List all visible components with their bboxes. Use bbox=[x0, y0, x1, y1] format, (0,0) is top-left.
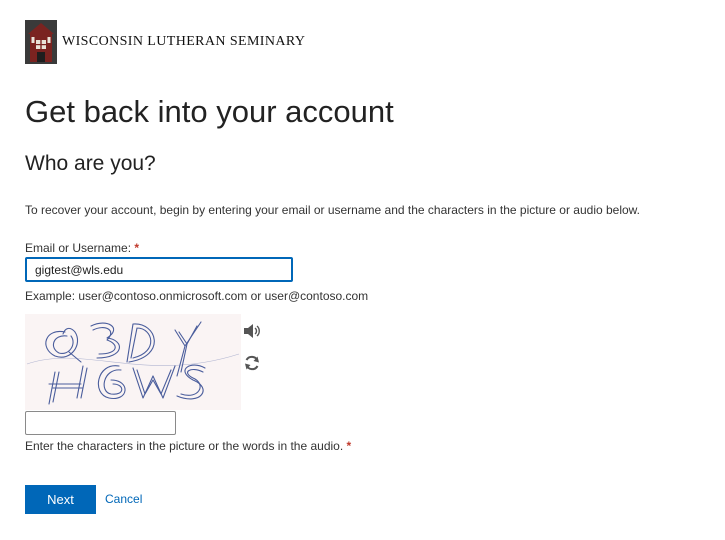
refresh-icon[interactable] bbox=[243, 354, 261, 372]
intro-text: To recover your account, begin by enteri… bbox=[25, 203, 641, 217]
page-subtitle: Who are you? bbox=[25, 152, 156, 175]
email-label: Email or Username: * bbox=[25, 241, 139, 255]
required-asterisk: * bbox=[346, 439, 352, 453]
required-asterisk: * bbox=[134, 241, 140, 255]
captcha-hint-text: Enter the characters in the picture or t… bbox=[25, 439, 344, 453]
email-label-text: Email or Username: bbox=[25, 241, 132, 255]
captcha-hint: Enter the characters in the picture or t… bbox=[25, 439, 351, 453]
captcha-input[interactable] bbox=[25, 411, 176, 435]
seminary-chapel-logo-icon bbox=[25, 20, 57, 64]
email-example: Example: user@contoso.onmicrosoft.com or… bbox=[25, 289, 369, 303]
email-input[interactable] bbox=[25, 257, 293, 282]
page-title: Get back into your account bbox=[25, 94, 394, 129]
org-name: WISCONSIN LUTHERAN SEMINARY bbox=[62, 34, 306, 49]
org-logo: WISCONSIN LUTHERAN SEMINARY bbox=[25, 20, 305, 64]
cancel-link[interactable]: Cancel bbox=[105, 492, 142, 506]
next-button[interactable]: Next bbox=[25, 485, 96, 514]
captcha-image bbox=[25, 314, 241, 410]
speaker-icon[interactable] bbox=[243, 323, 261, 339]
